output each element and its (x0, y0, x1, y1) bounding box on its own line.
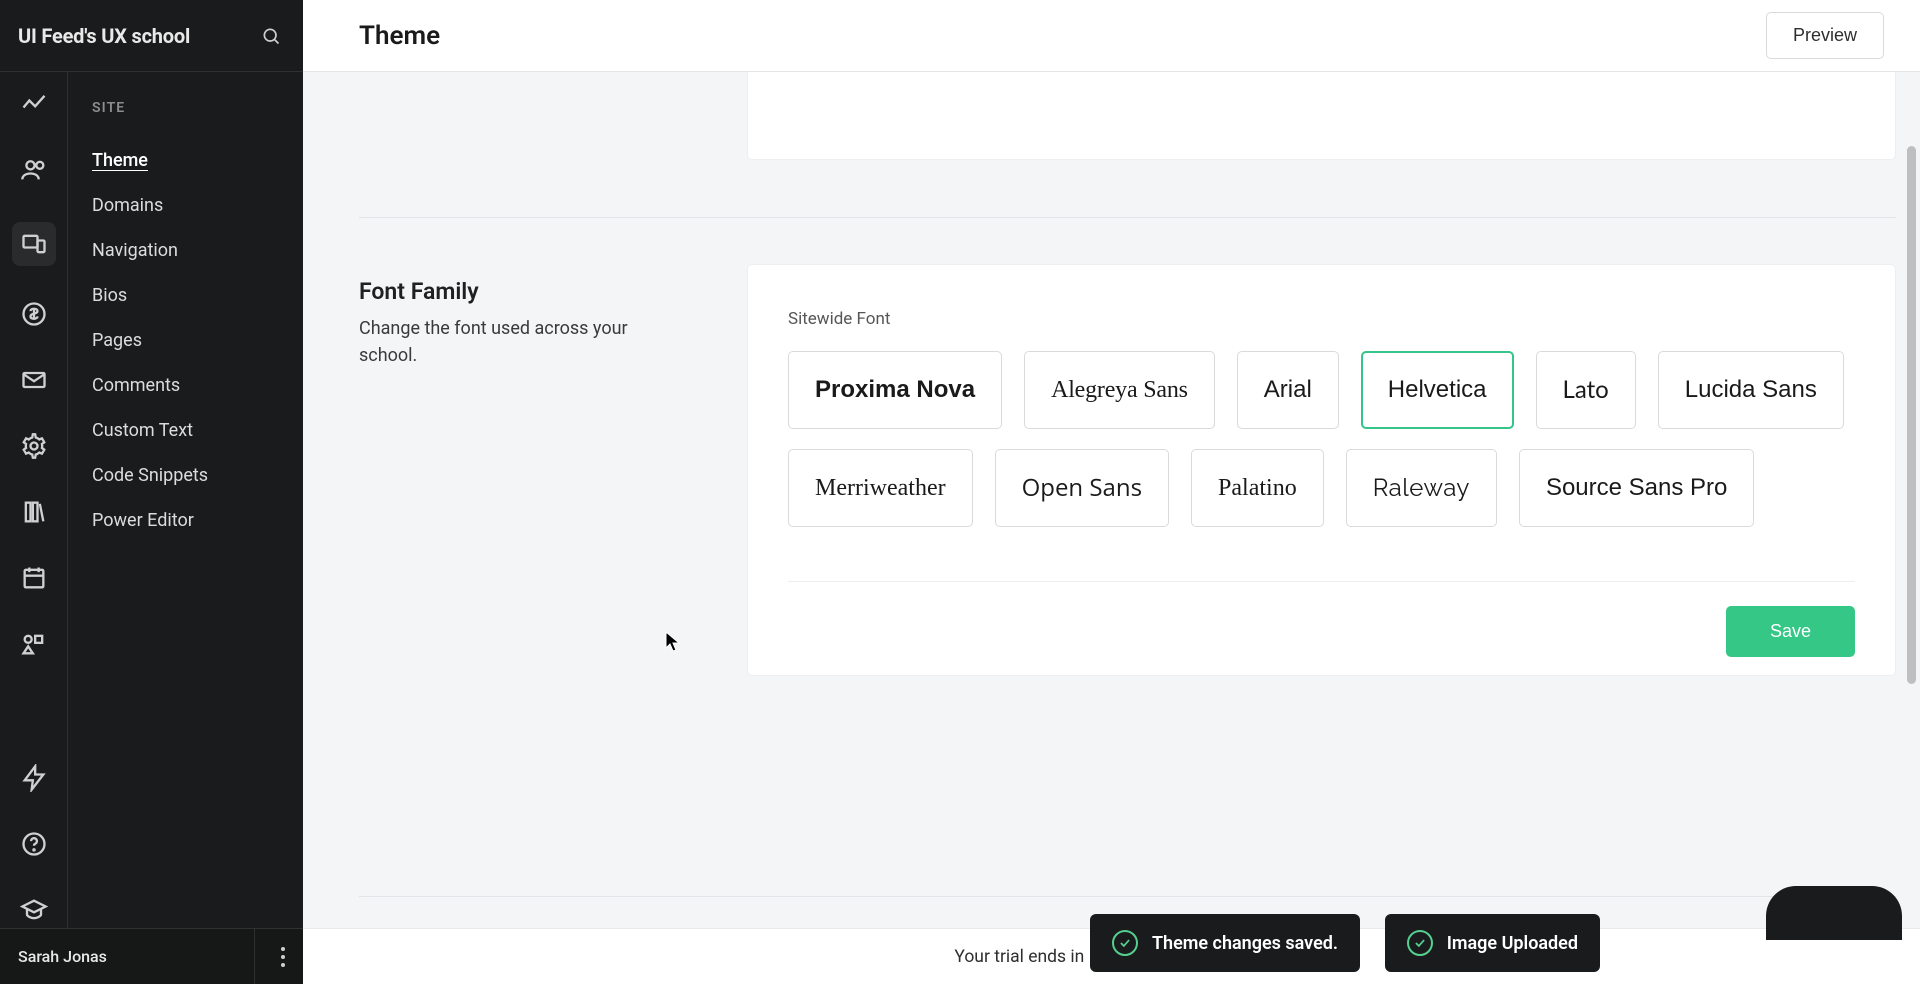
nav-emails[interactable] (20, 366, 48, 398)
content: Font Family Change the font used across … (359, 72, 1880, 928)
font-option-lucida-sans[interactable]: Lucida Sans (1658, 351, 1844, 429)
scrollbar-thumb[interactable] (1907, 146, 1916, 684)
section-subtitle: Change the font used across your school. (359, 315, 689, 369)
sidebar: UI Feed's UX school SITE Theme Domains N… (0, 0, 303, 928)
nav-grad[interactable] (20, 896, 48, 928)
nav-bolt[interactable] (20, 764, 48, 796)
font-option-palatino[interactable]: Palatino (1191, 449, 1324, 527)
mail-icon (20, 366, 48, 394)
subnav-item-code-snippets[interactable]: Code Snippets (92, 453, 279, 498)
preview-button[interactable]: Preview (1766, 12, 1884, 59)
font-option-open-sans[interactable]: Open Sans (995, 449, 1169, 527)
font-option-arial[interactable]: Arial (1237, 351, 1339, 429)
search-icon (261, 26, 281, 46)
activity-icon (20, 90, 48, 118)
previous-card-bottom (747, 72, 1896, 160)
font-option-proxima-nova[interactable]: Proxima Nova (788, 351, 1002, 429)
user-name: Sarah Jonas (18, 947, 107, 966)
bolt-icon (20, 764, 48, 792)
subnav-heading: SITE (92, 100, 279, 116)
search-button[interactable] (257, 22, 285, 50)
nav-sales[interactable] (20, 300, 48, 332)
check-circle-icon (1112, 930, 1138, 956)
nav-site[interactable] (12, 222, 56, 266)
subnav: SITE Theme Domains Navigation Bios Pages… (68, 72, 303, 928)
section-title: Font Family (359, 278, 689, 305)
school-name: UI Feed's UX school (18, 24, 257, 48)
nav-help[interactable] (20, 830, 48, 862)
calendar-icon (20, 564, 48, 592)
toast-image-uploaded: Image Uploaded (1385, 914, 1600, 972)
font-option-source-sans-pro[interactable]: Source Sans Pro (1519, 449, 1754, 527)
main: Theme Preview Font Family Change the fon… (303, 0, 1920, 928)
gear-icon (20, 432, 48, 460)
font-option-alegreya-sans[interactable]: Alegreya Sans (1024, 351, 1215, 429)
shapes-icon (20, 630, 48, 658)
users-icon (20, 156, 48, 184)
font-option-lato[interactable]: Lato (1536, 351, 1636, 429)
section-divider-2 (359, 896, 1896, 897)
section-divider (359, 217, 1896, 218)
page-title: Theme (359, 21, 440, 51)
nav-content[interactable] (20, 498, 48, 530)
toast-text: Image Uploaded (1447, 933, 1578, 954)
sidebar-header: UI Feed's UX school (0, 0, 303, 72)
card-footer: Save (788, 581, 1855, 657)
nav-calendar[interactable] (20, 564, 48, 596)
toast-text: Theme changes saved. (1152, 933, 1338, 954)
icon-rail (0, 72, 68, 928)
save-button[interactable]: Save (1726, 606, 1855, 657)
font-option-helvetica[interactable]: Helvetica (1361, 351, 1514, 429)
user-bar: Sarah Jonas (0, 928, 303, 984)
graduation-icon (20, 896, 48, 924)
books-icon (20, 498, 48, 526)
nav-settings[interactable] (20, 432, 48, 464)
help-widget[interactable] (1766, 886, 1902, 940)
section-label: Font Family Change the font used across … (359, 278, 689, 369)
field-label-sitewide-font: Sitewide Font (788, 309, 1855, 329)
check-circle-icon (1407, 930, 1433, 956)
subnav-item-domains[interactable]: Domains (92, 183, 279, 228)
dollar-icon (20, 300, 48, 328)
devices-icon (20, 230, 48, 258)
subnav-item-comments[interactable]: Comments (92, 363, 279, 408)
font-card: Sitewide Font Proxima Nova Alegreya Sans… (747, 264, 1896, 676)
subnav-item-bios[interactable]: Bios (92, 273, 279, 318)
topbar: Theme Preview (303, 0, 1920, 72)
subnav-item-pages[interactable]: Pages (92, 318, 279, 363)
font-option-raleway[interactable]: Raleway (1346, 449, 1497, 527)
toast-theme-saved: Theme changes saved. (1090, 914, 1360, 972)
user-menu-button[interactable] (281, 947, 285, 967)
nav-users[interactable] (20, 156, 48, 188)
font-option-merriweather[interactable]: Merriweather (788, 449, 973, 527)
question-icon (20, 830, 48, 858)
nav-apps[interactable] (20, 630, 48, 662)
subnav-item-power-editor[interactable]: Power Editor (92, 498, 279, 543)
font-grid: Proxima Nova Alegreya Sans Arial Helveti… (788, 351, 1855, 527)
subnav-item-theme[interactable]: Theme (92, 138, 279, 183)
nav-dashboard[interactable] (20, 90, 48, 122)
subnav-item-navigation[interactable]: Navigation (92, 228, 279, 273)
subnav-item-custom-text[interactable]: Custom Text (92, 408, 279, 453)
